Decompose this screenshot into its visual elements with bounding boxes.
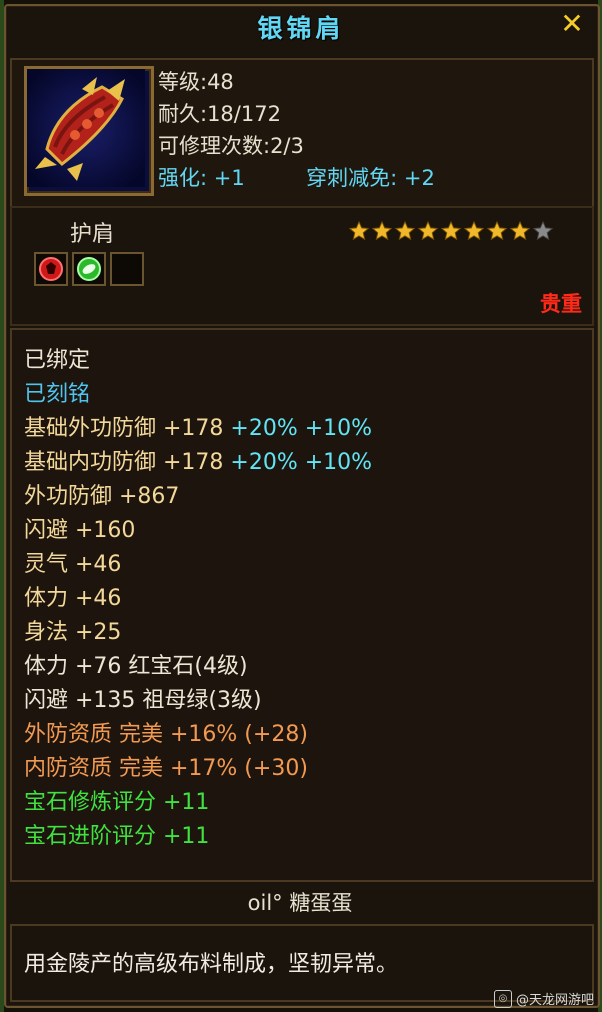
rarity-label: 贵重 [540,292,582,316]
watermark: ◎ @天龙网游吧 [493,989,594,1008]
star-empty-icon [532,220,554,241]
star-filled-icon [348,220,370,241]
stat-row: 闪避 +135 祖母绿(3级) [24,684,372,718]
stat-text: 已刻铭 [24,382,91,407]
stat-row: 身法 +25 [24,616,372,650]
stat-row: 基础内功防御 +178 +20% +10% [24,446,372,480]
stat-text: 体力 +46 [24,586,122,611]
item-type-panel: 护肩 贵重 [10,206,594,326]
stat-bonus: +20% +10% [230,450,373,475]
stat-row: 外功防御 +867 [24,480,372,514]
stat-row: 体力 +46 [24,582,372,616]
item-info: 等级:48 耐久:18/172 可修理次数:2/3 强化: +1 穿刺减免: +… [158,66,435,194]
shoulder-armor-icon [27,69,145,187]
stat-row: 体力 +76 红宝石(4级) [24,650,372,684]
stat-text: 已绑定 [24,348,91,373]
item-description: 用金陵产的高级布料制成，坚韧异常。 [24,952,399,977]
item-header-panel: 等级:48 耐久:18/172 可修理次数:2/3 强化: +1 穿刺减免: +… [10,58,594,208]
stat-text: 外功防御 +867 [24,484,180,509]
star-filled-icon [371,220,393,241]
stat-text: 基础外功防御 +178 [24,416,231,441]
star-filled-icon [463,220,485,241]
enhance-row: 强化: +1 穿刺减免: +2 [158,162,435,194]
watermark-logo-icon: ◎ [493,989,512,1008]
watermark-text: @天龙网游吧 [515,993,594,1008]
stat-text: 宝石修炼评分 +11 [24,790,210,815]
stats-list: 已绑定 已刻铭 基础外功防御 +178 +20% +10% 基础内功防御 +178 +… [24,344,372,854]
item-icon-shoulder [24,66,154,196]
stat-row: 灵气 +46 [24,548,372,582]
stat-text: 内防资质 完美 +17% (+30) [24,756,308,781]
green-gem-icon[interactable] [72,252,106,286]
repair-count-text: 可修理次数:2/3 [158,134,304,158]
stat-row: 已绑定 [24,344,372,378]
stat-row: 内防资质 完美 +17% (+30) [24,752,372,786]
level-text: 等级:48 [158,70,234,94]
item-stats-panel: 已绑定 已刻铭 基础外功防御 +178 +20% +10% 基础内功防御 +178 +… [10,328,594,882]
star-filled-icon [417,220,439,241]
red-gem-icon[interactable] [34,252,68,286]
stat-row: 基础外功防御 +178 +20% +10% [24,412,372,446]
stat-row: 宝石修炼评分 +11 [24,786,372,820]
gem-slots [34,252,144,286]
stat-text: 体力 +76 红宝石(4级) [24,654,248,679]
slot-type-label: 护肩 [70,222,115,247]
stat-text: 宝石进阶评分 +11 [24,824,210,849]
star-filled-icon [394,220,416,241]
stat-text: 基础内功防御 +178 [24,450,231,475]
stat-text: 灵气 +46 [24,552,122,577]
stat-text: 闪避 +160 [24,518,136,543]
star-filled-icon [486,220,508,241]
author-signature: oil° 糖蛋蛋 [247,891,353,915]
close-icon[interactable]: ✕ [558,10,586,38]
durability-text: 耐久:18/172 [158,102,281,126]
stat-row: 已刻铭 [24,378,372,412]
stat-text: 闪避 +135 祖母绿(3级) [24,688,262,713]
stat-bonus: +20% +10% [230,416,373,441]
enhance-text: 强化: +1 [158,166,245,190]
item-name-title: 银锦肩 [257,14,345,43]
stat-row: 宝石进阶评分 +11 [24,820,372,854]
pierce-reduction-text: 穿刺减免: +2 [306,166,435,190]
stat-text: 外防资质 完美 +16% (+28) [24,722,308,747]
stat-row: 外防资质 完美 +16% (+28) [24,718,372,752]
star-rating [348,220,554,242]
star-filled-icon [509,220,531,241]
stat-row: 闪避 +160 [24,514,372,548]
title-bar: 银锦肩 ✕ [6,6,596,48]
empty-gem-slot[interactable] [110,252,144,286]
stat-text: 身法 +25 [24,620,122,645]
star-filled-icon [440,220,462,241]
